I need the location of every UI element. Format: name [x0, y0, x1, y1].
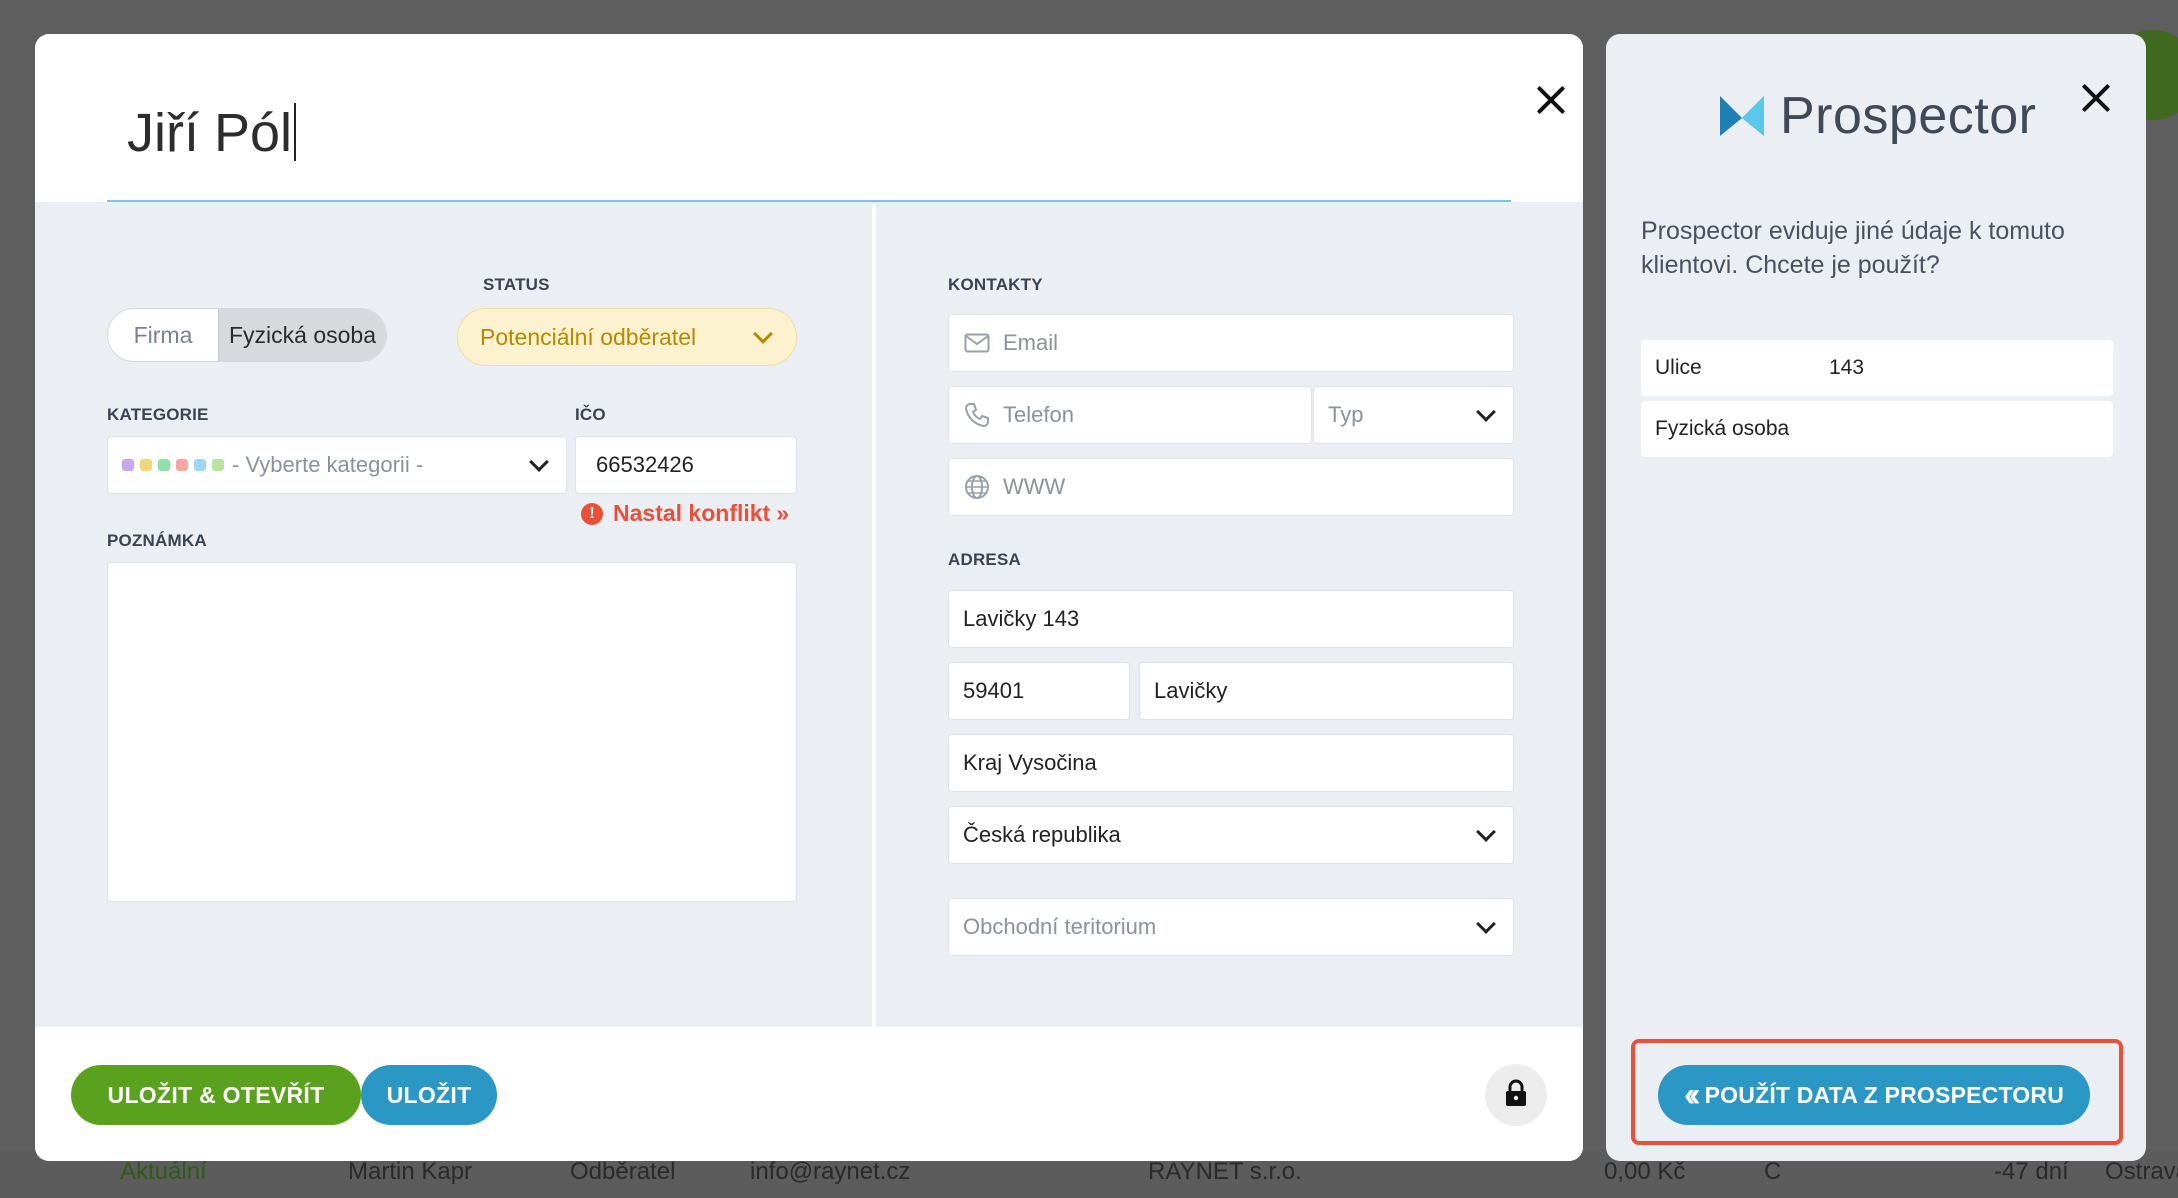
www-field[interactable]: WWW: [948, 458, 1514, 516]
prospector-logo-icon: [1720, 96, 1764, 136]
bg-cell: C: [1764, 1158, 1782, 1185]
prospector-data-row: Fyzická osoba: [1641, 401, 2113, 457]
bg-cell: Martin Kapr: [348, 1158, 473, 1185]
prospector-message: Prospector eviduje jiné údaje k tomuto k…: [1641, 217, 2065, 279]
city-field[interactable]: Lavičky: [1139, 662, 1514, 720]
save-button[interactable]: ULOŽIT: [361, 1065, 497, 1125]
close-icon[interactable]: [1531, 80, 1571, 120]
note-label: POZNÁMKA: [107, 531, 207, 550]
client-name-input[interactable]: Jiří Pól: [127, 102, 297, 164]
bg-cell: Aktuální: [120, 1158, 207, 1185]
country-select[interactable]: Česká republika: [948, 806, 1514, 864]
chevron-down-icon: [529, 452, 549, 472]
apply-prospector-data-button[interactable]: ‹‹ POUŽÍT DATA Z PROSPECTORU: [1658, 1065, 2090, 1125]
prospector-brand: Prospector: [1780, 87, 2037, 145]
conflict-text: Nastal konflikt: [613, 500, 771, 526]
category-select[interactable]: - Vyberte kategorii -: [107, 436, 567, 494]
double-chevron-left-icon: ‹‹: [1683, 1076, 1700, 1114]
bg-cell: RAYNET s.r.o.: [1148, 1158, 1302, 1185]
territory-select[interactable]: Obchodní teritorium: [948, 898, 1514, 956]
chevron-down-icon: [1476, 402, 1496, 422]
email-field[interactable]: Email: [948, 314, 1514, 372]
double-chevron-right-icon: »: [776, 500, 790, 526]
phone-type-select[interactable]: Typ: [1313, 386, 1514, 444]
globe-icon: [963, 473, 991, 501]
bg-cell: -47 dní: [1994, 1158, 2069, 1185]
bg-cell: Odběratel: [570, 1158, 676, 1185]
bg-cell: Ostrava: [2105, 1158, 2178, 1185]
client-type-toggle[interactable]: Firma Fyzická osoba: [107, 308, 387, 362]
ico-field[interactable]: 66532426: [575, 436, 797, 494]
bg-cell: info@raynet.cz: [750, 1158, 911, 1185]
row-key: Fyzická osoba: [1655, 417, 1790, 440]
category-placeholder: - Vyberte kategorii -: [232, 452, 424, 477]
street-field[interactable]: Lavičky 143: [948, 590, 1514, 648]
prospector-panel: Prospector Prospector eviduje jiné údaje…: [1606, 34, 2146, 1161]
status-select[interactable]: Potenciální odběratel: [457, 308, 797, 366]
chevron-down-icon: [1476, 914, 1496, 934]
title-underline: [107, 200, 1511, 202]
column-divider: [872, 204, 876, 1027]
ico-label: IČO: [575, 405, 606, 424]
lock-button[interactable]: [1485, 1064, 1547, 1126]
prospector-logo: Prospector: [1720, 86, 2036, 146]
toggle-option-person[interactable]: Fyzická osoba: [218, 309, 386, 361]
envelope-icon: [963, 329, 991, 357]
status-value: Potenciální odběratel: [480, 323, 697, 350]
row-key: Ulice: [1655, 356, 1702, 379]
region-field[interactable]: Kraj Vysočina: [948, 734, 1514, 792]
alert-icon: !: [581, 502, 603, 525]
lock-icon: [1505, 1079, 1527, 1112]
modal-header: Jiří Pól: [35, 34, 1583, 202]
toggle-option-company[interactable]: Firma: [108, 309, 218, 361]
apply-button-label: POUŽÍT DATA Z PROSPECTORU: [1704, 1081, 2065, 1108]
chevron-down-icon: [1476, 822, 1496, 842]
status-label: STATUS: [483, 275, 550, 294]
zip-field[interactable]: 59401: [948, 662, 1130, 720]
category-color-dots: [122, 459, 224, 471]
category-label: KATEGORIE: [107, 405, 209, 424]
contacts-label: KONTAKTY: [948, 275, 1043, 294]
phone-field[interactable]: Telefon: [948, 386, 1312, 444]
note-textarea[interactable]: [107, 562, 797, 902]
conflict-link[interactable]: ! Nastal konflikt »: [581, 500, 789, 527]
close-icon[interactable]: [2076, 78, 2116, 118]
prospector-data-row: Ulice 143: [1641, 340, 2113, 396]
row-value: 143: [1829, 356, 1865, 379]
chevron-down-icon: [753, 324, 773, 344]
client-modal: Jiří Pól Firma Fyzická osoba STATUS Pote…: [35, 34, 1583, 1161]
address-label: ADRESA: [948, 550, 1021, 569]
bg-cell: 0,00 Kč: [1604, 1158, 1686, 1185]
save-and-open-button[interactable]: ULOŽIT & OTEVŘÍT: [71, 1065, 361, 1125]
phone-icon: [963, 401, 991, 429]
